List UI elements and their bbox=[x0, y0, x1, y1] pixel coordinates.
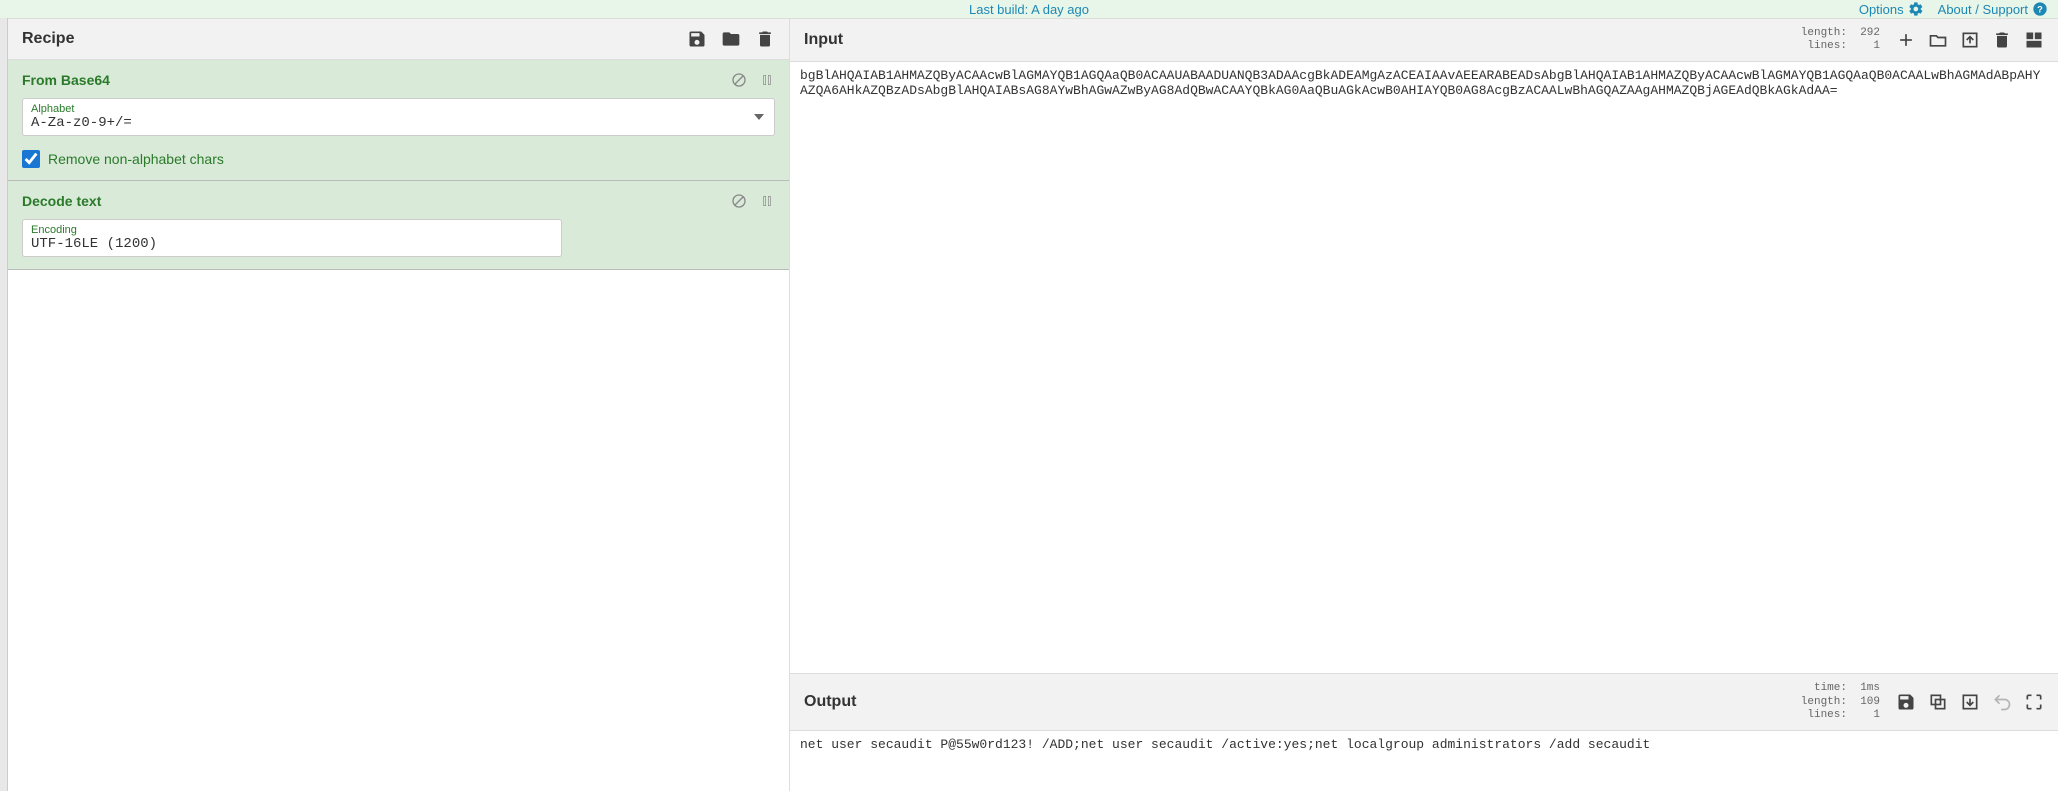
alphabet-select[interactable]: Alphabet A-Za-z0-9+/= bbox=[22, 98, 775, 136]
move-to-input-icon[interactable] bbox=[1960, 692, 1980, 712]
input-title: Input bbox=[804, 31, 843, 49]
recipe-title: Recipe bbox=[22, 30, 74, 48]
operation-from-base64[interactable]: From Base64 Alphabet A-Za-z0-9+/= Remove… bbox=[8, 60, 789, 181]
open-file-icon[interactable] bbox=[1960, 30, 1980, 50]
folder-icon[interactable] bbox=[721, 29, 741, 49]
trash-icon[interactable] bbox=[755, 29, 775, 49]
remove-non-alphabet-label[interactable]: Remove non-alphabet chars bbox=[48, 151, 224, 167]
output-header: Output time: 1ms length: 109 lines: 1 bbox=[790, 673, 2058, 731]
pause-icon[interactable] bbox=[759, 72, 775, 88]
encoding-select[interactable]: Encoding UTF-16LE (1200) bbox=[22, 219, 562, 257]
copy-icon[interactable] bbox=[1928, 692, 1948, 712]
add-tab-icon[interactable] bbox=[1896, 30, 1916, 50]
remove-non-alphabet-checkbox[interactable] bbox=[22, 150, 40, 168]
disable-icon[interactable] bbox=[731, 193, 747, 209]
pause-icon[interactable] bbox=[759, 193, 775, 209]
disable-icon[interactable] bbox=[731, 72, 747, 88]
input-textarea[interactable] bbox=[790, 62, 2058, 673]
about-link[interactable]: About / Support ? bbox=[1938, 1, 2048, 17]
op-name: From Base64 bbox=[22, 72, 110, 88]
last-build-text: Last build: A day ago bbox=[969, 2, 1089, 17]
operation-decode-text[interactable]: Decode text Encoding UTF-16LE (1200) bbox=[8, 181, 789, 270]
chevron-down-icon bbox=[754, 114, 764, 120]
recipe-panel: Recipe From Base64 Alphabet A-Za-z0- bbox=[8, 18, 790, 791]
input-header: Input length: 292 lines: 1 bbox=[790, 18, 2058, 62]
clear-input-icon[interactable] bbox=[1992, 30, 2012, 50]
recipe-body: From Base64 Alphabet A-Za-z0-9+/= Remove… bbox=[8, 60, 789, 791]
recipe-header: Recipe bbox=[8, 18, 789, 60]
op-name: Decode text bbox=[22, 193, 101, 209]
save-output-icon[interactable] bbox=[1896, 692, 1916, 712]
open-folder-icon[interactable] bbox=[1928, 30, 1948, 50]
output-title: Output bbox=[804, 693, 856, 711]
left-gutter bbox=[0, 18, 8, 791]
undo-icon[interactable] bbox=[1992, 692, 2012, 712]
input-stats: length: 292 lines: 1 bbox=[1801, 27, 1880, 53]
svg-text:?: ? bbox=[2037, 4, 2043, 14]
reset-layout-icon[interactable] bbox=[2024, 30, 2044, 50]
options-link[interactable]: Options bbox=[1859, 1, 1924, 17]
maximize-icon[interactable] bbox=[2024, 692, 2044, 712]
top-bar: Last build: A day ago Options About / Su… bbox=[0, 0, 2058, 18]
output-text: net user secaudit P@55w0rd123! /ADD;net … bbox=[790, 731, 2058, 791]
gear-icon bbox=[1908, 1, 1924, 17]
save-icon[interactable] bbox=[687, 29, 707, 49]
output-stats: time: 1ms length: 109 lines: 1 bbox=[1801, 682, 1880, 722]
help-icon: ? bbox=[2032, 1, 2048, 17]
